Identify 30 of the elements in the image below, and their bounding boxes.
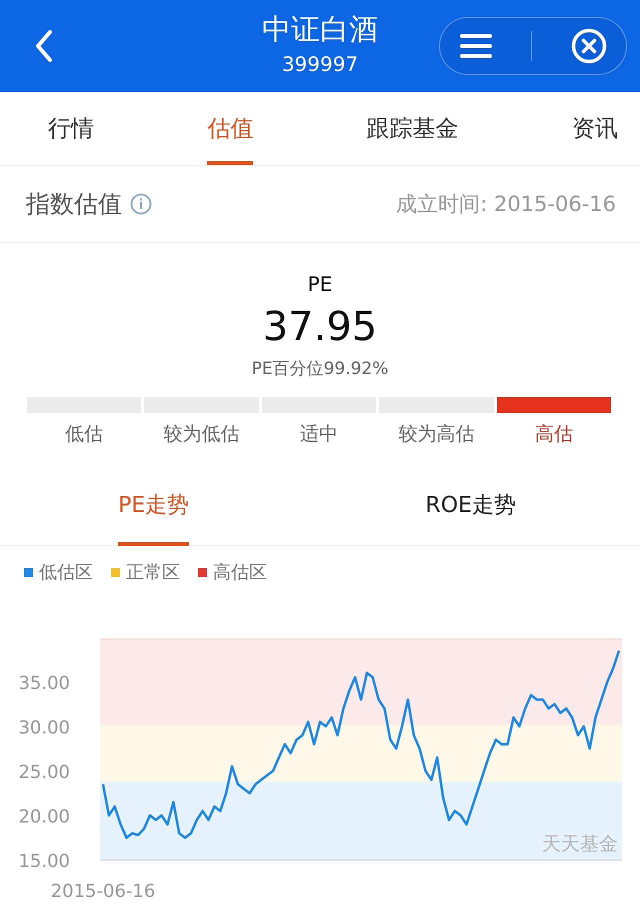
section-title: 指数估值: [26, 189, 122, 220]
trend-tab[interactable]: ROE走势: [425, 490, 516, 546]
legend-label: 正常区: [126, 561, 180, 584]
nav-tab[interactable]: 跟踪基金: [366, 92, 459, 165]
y-tick-label: 25.00: [18, 762, 70, 783]
nav-tab[interactable]: 行情: [48, 92, 94, 165]
index-code: 399997: [282, 51, 358, 78]
menu-icon[interactable]: [459, 33, 494, 59]
y-tick-label: 35.00: [18, 672, 70, 694]
nav-tab[interactable]: 估值: [207, 92, 254, 165]
x-tick-label: 2015-06-16: [50, 881, 156, 902]
close-icon[interactable]: [570, 28, 607, 64]
valuation-label: 高估: [534, 422, 573, 447]
valuation-label: 较为低估: [164, 422, 240, 447]
y-tick-label: 20.00: [18, 806, 70, 828]
pe-value: 37.95: [262, 303, 378, 352]
valuation-label: 低估: [65, 422, 104, 447]
page-title: 中证白酒: [262, 11, 378, 48]
y-tick-label: 30.00: [18, 717, 70, 738]
valuation-label: 适中: [300, 422, 338, 447]
pe-percentile: PE百分位99.92%: [252, 358, 388, 381]
valuation-label: 较为高估: [398, 422, 474, 447]
chart-watermark: 天天基金: [542, 833, 618, 855]
legend-label: 低估区: [39, 561, 93, 584]
y-tick-label: 15.00: [18, 851, 70, 872]
nav-tab[interactable]: 资讯: [572, 92, 618, 165]
legend-label: 高估区: [213, 561, 267, 584]
metric-label: PE: [308, 271, 332, 298]
established-date: 成立时间: 2015-06-16: [396, 191, 616, 218]
trend-tab[interactable]: PE走势: [118, 490, 190, 546]
